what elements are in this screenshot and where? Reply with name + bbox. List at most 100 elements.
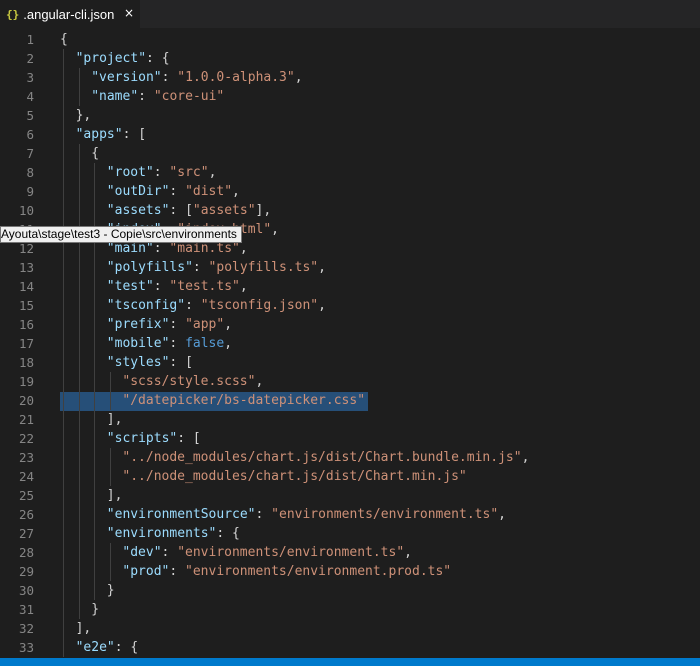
- indent-guide: [78, 372, 80, 391]
- indent-guide: [94, 372, 96, 391]
- code-line: 3 "version": "1.0.0-alpha.3",: [0, 68, 700, 87]
- json-string: "core-ui": [153, 89, 225, 104]
- close-icon[interactable]: ×: [122, 6, 136, 20]
- indent-guide: [94, 505, 96, 524]
- json-key: "mobile": [106, 336, 170, 351]
- code-text: "tsconfig": "tsconfig.json",: [107, 296, 326, 315]
- json-string: "environments/environment.ts": [177, 545, 405, 560]
- json-punctuation: : [: [177, 431, 201, 446]
- line-number: 30: [18, 583, 34, 598]
- line-number: 10: [18, 203, 34, 218]
- line-number: 7: [26, 146, 34, 161]
- json-punctuation: :: [255, 507, 272, 522]
- tab-label: .angular-cli.json: [23, 6, 115, 22]
- indent-guide: [94, 581, 96, 600]
- json-key: "main": [106, 241, 154, 256]
- line-number: 19: [18, 374, 34, 389]
- json-punctuation: ,: [224, 317, 233, 332]
- code-line: 4 "name": "core-ui": [0, 87, 700, 106]
- line-number: 3: [26, 70, 34, 85]
- indent-guide: [94, 258, 96, 277]
- line-number: 13: [18, 260, 34, 275]
- json-punctuation: ,: [404, 545, 412, 560]
- code-line: 8 "root": "src",: [0, 163, 700, 182]
- indent-guide: [94, 353, 96, 372]
- indent-guide: [63, 163, 64, 182]
- indent-guide: [109, 391, 111, 410]
- code-text: "scripts": [: [107, 429, 201, 448]
- json-string: "../node_modules/chart.js/dist/Chart.bun…: [122, 450, 522, 465]
- code-text: "dev": "environments/environment.ts",: [122, 543, 412, 562]
- indent-guide: [78, 87, 80, 106]
- indent-guide: [78, 315, 80, 334]
- indent-guide: [109, 448, 111, 467]
- line-number: 31: [18, 602, 34, 617]
- indent-guide: [63, 581, 64, 600]
- json-key: "apps": [75, 127, 123, 142]
- code-line: 19 "scss/style.scss",: [0, 372, 700, 391]
- json-string: "environments/environment.prod.ts": [185, 564, 452, 579]
- code-line: 27 "environments": {: [0, 524, 700, 543]
- json-punctuation: :: [161, 545, 178, 560]
- json-punctuation: ,: [271, 222, 279, 237]
- code-line: 7{: [0, 144, 700, 163]
- code-line: 25],: [0, 486, 700, 505]
- line-number: 24: [18, 469, 34, 484]
- indent-guide: [63, 334, 64, 353]
- code-line: 26 "environmentSource": "environments/env…: [0, 505, 700, 524]
- indent-guide: [78, 296, 80, 315]
- code-text: "../node_modules/chart.js/dist/Chart.bun…: [122, 448, 529, 467]
- indent-guide: [63, 49, 64, 68]
- indent-guide: [63, 106, 64, 125]
- code-text: "polyfills": "polyfills.ts",: [107, 258, 326, 277]
- code-text: "test": "test.ts",: [107, 277, 248, 296]
- json-key: "scripts": [106, 431, 178, 446]
- line-number: 20: [18, 393, 34, 408]
- indent-guide: [78, 486, 80, 505]
- indent-guide: [63, 87, 64, 106]
- code-text: "project": {: [76, 49, 170, 68]
- indent-guide: [63, 524, 64, 543]
- indent-guide: [63, 68, 64, 87]
- indent-guide: [78, 144, 80, 163]
- indent-guide: [63, 125, 64, 144]
- code-text: }: [107, 581, 115, 600]
- tab-angular-cli-json[interactable]: {} .angular-cli.json ×: [0, 0, 141, 28]
- code-text: "prefix": "app",: [107, 315, 232, 334]
- indent-guide: [109, 467, 111, 486]
- json-punctuation: :: [138, 89, 154, 104]
- code-text: "../node_modules/chart.js/dist/Chart.min…: [122, 467, 466, 486]
- line-number: 8: [26, 165, 34, 180]
- indent-guide: [63, 562, 64, 581]
- json-punctuation: ,: [224, 336, 233, 351]
- indent-guide: [78, 562, 80, 581]
- code-line: 23 "../node_modules/chart.js/dist/Chart.b…: [0, 448, 700, 467]
- code-text: }: [91, 600, 99, 619]
- code-text: "outDir": "dist",: [107, 182, 240, 201]
- line-number: 2: [26, 51, 34, 66]
- code-editor[interactable]: 1{2 "project": {3 "version": "1.0.0-alpha.…: [0, 28, 700, 658]
- line-number: 16: [18, 317, 34, 332]
- json-punctuation: ],: [75, 621, 92, 636]
- line-number: 17: [18, 336, 34, 351]
- indent-guide: [78, 391, 80, 410]
- indent-guide: [78, 448, 80, 467]
- json-punctuation: ],: [106, 412, 123, 427]
- code-text: ],: [107, 486, 123, 505]
- json-punctuation: : [: [169, 203, 193, 218]
- json-punctuation: :: [153, 165, 170, 180]
- json-punctuation: : {: [114, 640, 139, 655]
- indent-guide: [94, 277, 96, 296]
- json-key: "polyfills": [106, 260, 193, 275]
- code-line: 14 "test": "test.ts",: [0, 277, 700, 296]
- json-punctuation: {: [91, 146, 100, 161]
- code-line: 32],: [0, 619, 700, 638]
- json-string: "polyfills.ts": [208, 260, 319, 275]
- code-text: "environments": {: [107, 524, 240, 543]
- code-line: 28 "dev": "environments/environment.ts",: [0, 543, 700, 562]
- indent-guide: [78, 505, 80, 524]
- json-punctuation: }: [91, 602, 100, 617]
- json-key: "version": [91, 70, 162, 85]
- line-number: 28: [18, 545, 34, 560]
- json-key: "name": [91, 89, 139, 104]
